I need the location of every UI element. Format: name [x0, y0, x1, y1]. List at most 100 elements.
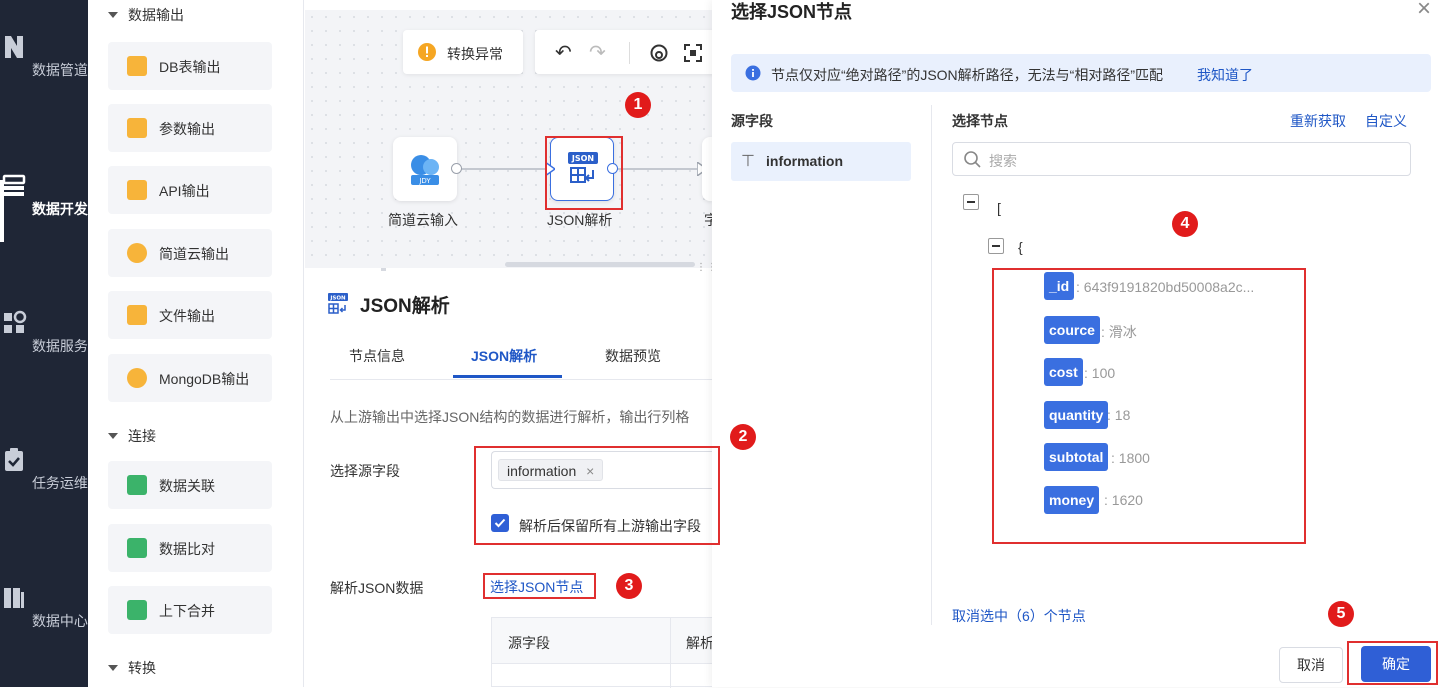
redo-icon[interactable]: ↷: [589, 40, 606, 65]
palette-item-label: 文件输出: [159, 308, 215, 324]
db-output-icon: [127, 56, 147, 76]
palette-item-db-output[interactable]: DB表输出: [108, 42, 272, 90]
palette-item-param-output[interactable]: 参数输出: [108, 104, 272, 152]
node-jdy-input[interactable]: JDY: [393, 137, 457, 201]
annotation-box-4: [992, 268, 1306, 544]
fit-view-icon[interactable]: [683, 43, 703, 63]
palette-item-label: MongoDB输出: [159, 371, 250, 387]
annotation-box-1: [545, 136, 623, 210]
nav-item-dev[interactable]: 数据开发: [0, 172, 88, 219]
collapse-toggle-root[interactable]: [963, 194, 979, 210]
active-tab-indicator: [453, 375, 562, 378]
file-output-icon: [127, 305, 147, 325]
text-field-icon: ⊤: [741, 153, 755, 170]
deselect-count-link[interactable]: 取消选中（6）个节点: [952, 606, 1086, 626]
annotation-badge-1: 1: [625, 92, 651, 118]
icon-text: JSON: [329, 296, 346, 302]
union-icon: [127, 600, 147, 620]
status-badge[interactable]: 转换异常: [403, 30, 523, 74]
param-output-icon: [127, 118, 147, 138]
tab-node-info[interactable]: 节点信息: [349, 346, 405, 366]
nav-item-label: 数据管道: [31, 62, 88, 78]
nav-item-label: 数据开发: [31, 201, 88, 217]
panel-title: JSON解析: [360, 296, 450, 317]
palette-item-data-compare[interactable]: 数据比对: [108, 524, 272, 572]
palette-item-label: 数据比对: [159, 541, 215, 557]
table-header-source: 源字段: [508, 635, 550, 651]
data-compare-icon: [127, 538, 147, 558]
section-title: 数据输出: [128, 7, 184, 23]
tab-data-preview[interactable]: 数据预览: [605, 346, 661, 366]
section-transform[interactable]: 转换: [108, 658, 156, 678]
info-dismiss-link[interactable]: 我知道了: [1197, 65, 1253, 85]
nav-item-service[interactable]: 数据服务: [0, 309, 88, 356]
main-nav: 数据管道 数据开发 数据服务 任务运维 数据中心: [0, 0, 88, 687]
node-icon-text: JDY: [418, 177, 431, 185]
nav-item-datacenter[interactable]: 数据中心: [0, 584, 88, 631]
palette-item-label: 数据关联: [159, 478, 215, 494]
nav-item-ops[interactable]: 任务运维: [0, 446, 88, 493]
refresh-link[interactable]: 重新获取: [1290, 111, 1346, 131]
palette-item-jdy-output[interactable]: 简道云输出: [108, 229, 272, 277]
json-parse-icon: JSON: [328, 293, 348, 314]
annotation-box-5: [1347, 641, 1438, 685]
status-text: 转换异常: [447, 46, 503, 62]
collapse-triangle-icon: [108, 12, 118, 18]
annotation-badge-5: 5: [1328, 601, 1354, 627]
annotation-box-2: [474, 446, 720, 545]
collapse-toggle-object[interactable]: [988, 238, 1004, 254]
palette-item-union[interactable]: 上下合并: [108, 586, 272, 634]
toolbar-divider: [629, 42, 630, 64]
column-divider: [931, 105, 932, 625]
node-search-input[interactable]: 搜索: [952, 142, 1411, 176]
preview-icon[interactable]: [649, 43, 669, 63]
palette-item-label: 简道云输出: [159, 246, 229, 262]
tree-node-array[interactable]: [: [997, 200, 1001, 216]
nav-item-label: 数据服务: [31, 338, 88, 354]
flow-edge: [457, 168, 549, 170]
mongodb-output-icon: [127, 368, 147, 388]
nav-item-label: 数据中心: [31, 613, 88, 629]
close-icon[interactable]: ×: [1417, 0, 1431, 23]
search-icon: [964, 151, 981, 168]
source-field-item[interactable]: ⊤ information: [731, 142, 911, 181]
flow-edge: [617, 168, 702, 170]
node-next[interactable]: [702, 137, 712, 201]
datacenter-icon: [4, 588, 25, 608]
cancel-button[interactable]: 取消: [1279, 647, 1343, 683]
jdy-input-icon: JDY: [411, 155, 439, 185]
palette-item-label: API输出: [159, 183, 210, 199]
pipeline-icon: [5, 36, 24, 58]
node-output-port[interactable]: [451, 163, 462, 174]
palette-item-label: 参数输出: [159, 121, 215, 137]
section-data-output[interactable]: 数据输出: [108, 5, 184, 25]
parse-json-label: 解析JSON数据: [330, 580, 424, 596]
annotation-badge-4: 4: [1172, 211, 1198, 237]
flow-canvas[interactable]: 转换异常 ↶ ↷ JDY 简道云输入 JSON JSON解析 字 ⋮⋮: [305, 10, 720, 273]
node-label: 简道云输入: [388, 212, 458, 228]
tree-node-object[interactable]: {: [1018, 239, 1023, 255]
tab-json-parse[interactable]: JSON解析: [471, 346, 537, 366]
palette-item-mongodb-output[interactable]: MongoDB输出: [108, 354, 272, 402]
canvas-scrollbar[interactable]: [505, 262, 695, 267]
info-icon: [745, 65, 761, 81]
section-title: 转换: [128, 660, 156, 676]
undo-icon[interactable]: ↶: [555, 40, 572, 65]
search-placeholder: 搜索: [989, 153, 1017, 169]
nav-item-pipeline[interactable]: 数据管道: [0, 33, 88, 80]
info-banner: 节点仅对应“绝对路径”的JSON解析路径，无法与“相对路径”匹配 我知道了: [731, 54, 1431, 92]
palette-item-api-output[interactable]: API输出: [108, 166, 272, 214]
node-label: JSON解析: [547, 212, 613, 228]
data-join-icon: [127, 475, 147, 495]
annotation-badge-2: 2: [730, 424, 756, 450]
palette-item-data-join[interactable]: 数据关联: [108, 461, 272, 509]
panel-description: 从上游输出中选择JSON结构的数据进行解析，输出行列格: [330, 409, 690, 425]
palette-item-label: 上下合并: [159, 603, 215, 619]
table-header-parse: 解析: [686, 635, 714, 651]
jdy-output-icon: [127, 243, 147, 263]
palette-item-file-output[interactable]: 文件输出: [108, 291, 272, 339]
custom-link[interactable]: 自定义: [1365, 111, 1407, 131]
section-title: 连接: [128, 428, 156, 444]
table-col-divider: [670, 618, 671, 688]
section-connect[interactable]: 连接: [108, 426, 156, 446]
